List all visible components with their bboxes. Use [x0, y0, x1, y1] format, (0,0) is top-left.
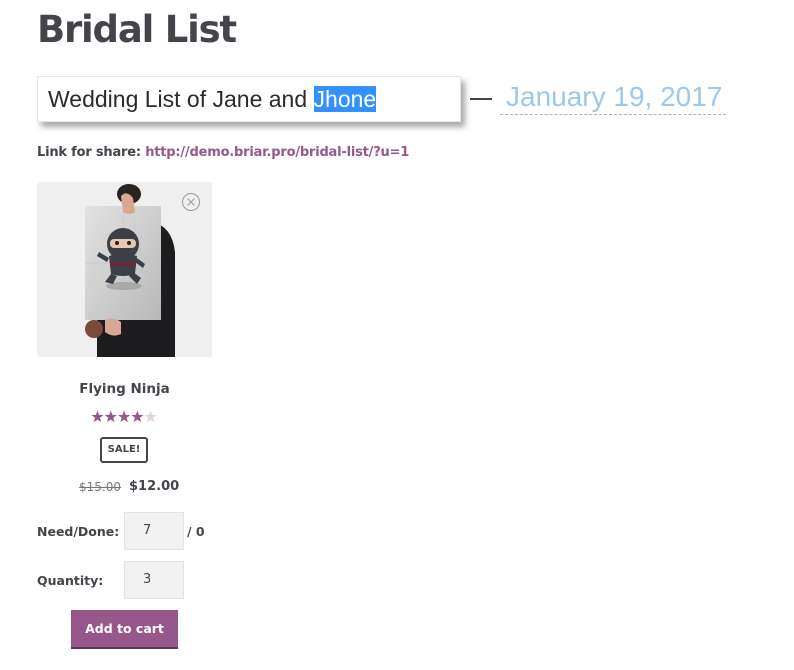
star-rating: [91, 409, 157, 425]
star-icon: [118, 410, 131, 423]
star-icon: [131, 410, 144, 423]
star-icon: [91, 410, 104, 423]
list-title-input[interactable]: Wedding List of Jane and Jhone: [37, 76, 461, 122]
need-input[interactable]: 7: [124, 512, 184, 550]
add-to-cart-button[interactable]: Add to cart: [71, 610, 178, 649]
title-date-separator: [470, 98, 492, 100]
event-date[interactable]: January 19, 2017: [500, 80, 727, 115]
regular-price: $15.00: [79, 480, 121, 494]
sale-badge: SALE!: [100, 437, 148, 463]
page-title: Bridal List: [37, 8, 237, 51]
share-label: Link for share:: [37, 145, 141, 160]
need-done-label: Need/Done:: [37, 524, 120, 539]
star-icon: [144, 410, 157, 423]
quantity-input[interactable]: 3: [124, 561, 184, 599]
list-title-selection: Jhone: [313, 86, 377, 112]
share-link[interactable]: http://demo.briar.pro/bridal-list/?u=1: [145, 145, 409, 160]
star-icon: [104, 410, 117, 423]
list-title-text[interactable]: Wedding List of Jane and Jhone: [48, 85, 377, 113]
list-title-prefix: Wedding List of Jane and: [48, 86, 314, 112]
close-circle-icon[interactable]: [181, 192, 201, 212]
done-count: / 0: [187, 524, 205, 539]
share-line: Link for share: http://demo.briar.pro/br…: [37, 145, 409, 160]
product-name[interactable]: Flying Ninja: [37, 381, 212, 397]
quantity-label: Quantity:: [37, 573, 104, 588]
sale-price: $12.00: [129, 479, 180, 494]
